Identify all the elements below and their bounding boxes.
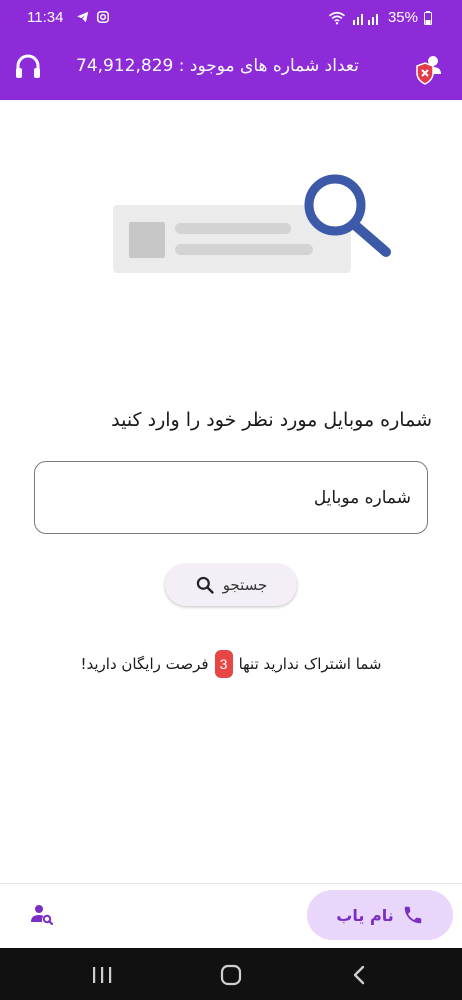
quota-suffix: فرصت رایگان دارید! [80,655,209,673]
status-notification-icons [76,10,110,24]
bottom-nav-divider [0,883,462,884]
status-bar: 11:34 35% [0,0,462,36]
user-search-icon[interactable] [30,902,54,926]
battery-icon [424,10,432,25]
instagram-icon [97,11,109,23]
search-icon [196,576,214,594]
back-icon[interactable] [352,965,366,985]
search-button[interactable]: جستجو [165,564,297,606]
status-time: 11:34 [27,9,64,26]
nav-name-finder[interactable]: نام یاب [307,890,453,940]
status-right-icons: 35% [328,9,432,26]
system-navigation-bar [0,948,462,1000]
available-numbers-title: تعداد شماره های موجود : 74,912,829 [76,56,359,76]
search-illustration [113,174,391,273]
phone-number-input[interactable] [34,461,428,534]
recent-apps-icon[interactable] [92,966,112,984]
wifi-icon [328,11,345,24]
quota-prefix: شما اشتراک ندارید تنها [238,655,382,673]
battery-percent: 35% [387,9,418,26]
user-shield-icon[interactable] [414,54,442,86]
search-button-label: جستجو [222,576,268,594]
phone-prompt-label: شماره موبایل مورد نظر خود را وارد کنید [111,409,432,431]
nav-name-finder-label: نام یاب [336,905,394,925]
phone-icon [404,906,421,924]
home-icon[interactable] [220,964,242,986]
quota-count-badge: 3 [214,650,233,678]
free-quota-notice: شما اشتراک ندارید تنها 3 فرصت رایگان دار… [0,650,462,678]
telegram-icon [77,11,89,23]
signal-icon [352,13,378,25]
headset-support-icon[interactable] [14,52,42,82]
app-bar: تعداد شماره های موجود : 74,912,829 [0,36,462,100]
